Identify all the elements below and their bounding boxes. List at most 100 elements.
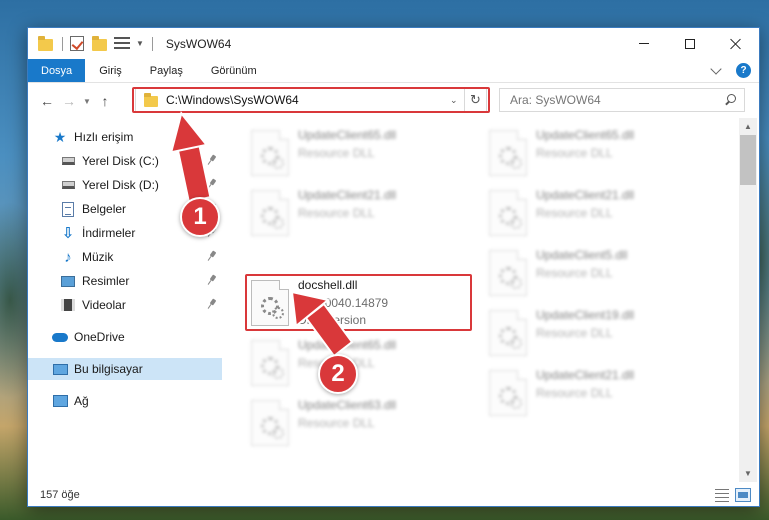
sidebar-item-music[interactable]: ♪ Müzik <box>28 246 222 268</box>
tiles-view-icon[interactable] <box>735 488 751 502</box>
quick-access-toolbar: ▼ <box>28 28 160 59</box>
sidebar-item-this-pc[interactable]: Bu bilgisayar <box>28 358 222 380</box>
back-arrow-icon[interactable]: ← <box>36 90 58 112</box>
file-description: Resource DLL <box>536 146 613 160</box>
details-view-icon[interactable] <box>715 488 729 502</box>
title-bar: ▼ SysWOW64 <box>28 28 759 59</box>
sidebar-item-onedrive[interactable]: OneDrive <box>28 326 222 348</box>
documents-icon <box>60 201 76 217</box>
sidebar-item-label: OneDrive <box>74 330 125 344</box>
drive-icon <box>60 177 76 193</box>
file-item[interactable]: UpdateClient21.dll Resource DLL <box>245 184 473 242</box>
address-highlight-box <box>132 87 490 113</box>
file-description: Resource DLL <box>536 326 613 340</box>
tab-giris[interactable]: Giriş <box>85 59 136 82</box>
toolbar-separator <box>62 36 63 51</box>
toolbar-separator <box>151 36 153 51</box>
sidebar-item-quick-access[interactable]: ★ Hızlı erişim <box>28 126 222 148</box>
search-icon[interactable] <box>722 91 740 109</box>
sidebar-item-pictures[interactable]: Resimler <box>28 270 222 292</box>
file-name: UpdateClient19.dll <box>536 308 635 322</box>
file-item[interactable]: UpdateClient21.dll Resource DLL <box>483 364 711 422</box>
forward-arrow-icon[interactable]: → <box>58 90 80 112</box>
drive-icon <box>60 153 76 169</box>
file-item[interactable]: UpdateClient19.dll Resource DLL <box>483 304 711 362</box>
file-description: Resource DLL <box>298 416 375 430</box>
file-item[interactable]: UpdateClient65.dll Resource DLL <box>245 334 473 392</box>
navigation-pane: ★ Hızlı erişim Yerel Disk (C:) Yerel Dis… <box>28 124 222 482</box>
sidebar-item-label: İndirmeler <box>82 226 136 240</box>
recent-locations-icon[interactable]: ▼ <box>80 90 94 112</box>
customize-view-icon[interactable] <box>114 36 130 52</box>
explorer-window: ▼ SysWOW64 Dosya Giriş Paylaş Görünüm ? … <box>27 27 760 507</box>
window-title: SysWOW64 <box>165 36 232 51</box>
sidebar-item-videos[interactable]: Videolar <box>28 294 222 316</box>
step-badge-1: 1 <box>180 197 220 237</box>
navigation-bar: ← → ▼ ↑ C:\Windows\SysWOW64 ⌄ ↻ <box>28 84 759 118</box>
vertical-scrollbar[interactable]: ▲ ▼ <box>739 118 757 482</box>
scroll-down-icon[interactable]: ▼ <box>739 465 757 482</box>
item-count: 157 öğe <box>40 489 80 501</box>
scrollbar-thumb[interactable] <box>740 135 756 185</box>
file-item[interactable]: UpdateClient21.dll Resource DLL <box>483 184 711 242</box>
file-name: UpdateClient65.dll <box>298 338 397 352</box>
sidebar-item-local-disk-d[interactable]: Yerel Disk (D:) <box>28 174 222 196</box>
file-description: Resource DLL <box>298 206 375 220</box>
dll-file-icon <box>489 310 527 356</box>
file-item[interactable]: UpdateClient5.dll Resource DLL <box>483 244 711 302</box>
tab-gorunum[interactable]: Görünüm <box>197 59 271 82</box>
onedrive-icon <box>52 329 68 345</box>
file-description: Resource DLL <box>536 266 613 280</box>
sidebar-item-label: Bu bilgisayar <box>74 362 143 376</box>
maximize-button[interactable] <box>667 28 713 59</box>
downloads-icon: ⇩ <box>61 225 75 242</box>
search-box[interactable] <box>499 88 745 112</box>
minimize-button[interactable] <box>621 28 667 59</box>
pin-icon[interactable] <box>208 155 218 167</box>
tab-dosya[interactable]: Dosya <box>28 59 86 82</box>
ribbon-tabs: Dosya Giriş Paylaş Görünüm ? <box>28 59 759 83</box>
file-item[interactable]: UpdateClient65.dll Resource DLL <box>245 124 473 182</box>
file-name: UpdateClient65.dll <box>536 128 635 142</box>
network-icon <box>52 393 68 409</box>
tab-paylas[interactable]: Paylaş <box>136 59 197 82</box>
search-input[interactable] <box>510 93 722 107</box>
file-description: Resource DLL <box>298 146 375 160</box>
dll-file-icon <box>489 370 527 416</box>
expand-ribbon-icon[interactable] <box>710 62 722 75</box>
maximize-icon <box>685 38 695 49</box>
dll-file-icon <box>251 400 289 446</box>
pin-icon[interactable] <box>208 299 218 311</box>
file-item[interactable]: UpdateClient63.dll Resource DLL <box>245 394 473 452</box>
scroll-up-icon[interactable]: ▲ <box>739 118 757 135</box>
sidebar-item-label: Ağ <box>74 394 89 408</box>
help-icon[interactable]: ? <box>736 63 751 78</box>
this-pc-icon <box>52 361 68 377</box>
file-highlight-box <box>245 274 472 331</box>
up-arrow-icon[interactable]: ↑ <box>94 90 116 112</box>
sidebar-item-network[interactable]: Ağ <box>28 390 222 412</box>
pin-icon[interactable] <box>208 251 218 263</box>
file-name: UpdateClient21.dll <box>536 368 635 382</box>
close-button[interactable] <box>713 28 759 59</box>
status-bar: 157 öğe <box>28 484 759 506</box>
sidebar-item-label: Müzik <box>82 250 114 264</box>
qat-dropdown-icon[interactable]: ▼ <box>136 39 144 48</box>
close-icon <box>730 38 742 50</box>
sidebar-item-local-disk-c[interactable]: Yerel Disk (C:) <box>28 150 222 172</box>
file-item[interactable]: UpdateClient65.dll Resource DLL <box>483 124 711 182</box>
new-folder-icon[interactable] <box>92 35 108 52</box>
pin-icon[interactable] <box>208 179 218 191</box>
pin-icon[interactable] <box>208 275 218 287</box>
star-icon: ★ <box>53 128 67 145</box>
dll-file-icon <box>489 250 527 296</box>
file-name: UpdateClient21.dll <box>536 188 635 202</box>
videos-icon <box>60 297 76 313</box>
music-icon: ♪ <box>64 248 72 266</box>
dll-file-icon <box>251 190 289 236</box>
pictures-icon <box>60 273 76 289</box>
file-description: Resource DLL <box>536 386 613 400</box>
sidebar-item-label: Yerel Disk (D:) <box>82 178 159 192</box>
sidebar-item-label: Videolar <box>82 298 126 312</box>
properties-check-icon[interactable] <box>70 35 86 52</box>
